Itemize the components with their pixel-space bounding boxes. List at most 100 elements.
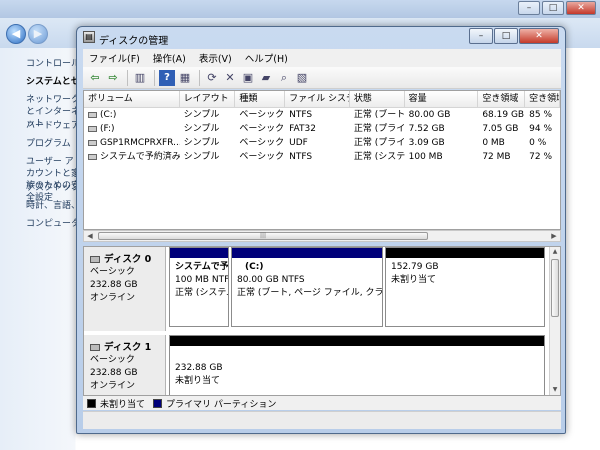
toolbar: ⇦ ⇨ ▥ ? ▦ ⟳ ✕ ▣ ▰ ⌕ ▧ xyxy=(83,67,561,89)
action-pane-icon[interactable]: ▦ xyxy=(177,70,193,86)
open-folder-icon[interactable]: ▰ xyxy=(258,70,274,86)
volume-filesystem: UDF xyxy=(289,138,308,148)
table-row[interactable]: GSP1RMCPRXFR... シンプル ベーシック UDF 正常 (プライマリ… xyxy=(84,136,560,150)
vertical-scrollbar[interactable]: ▲ ▼ xyxy=(549,247,560,395)
partition-detail: 232.88 GB xyxy=(175,363,223,373)
bg-link-control-panel[interactable]: コントロール xyxy=(26,58,80,76)
col-capacity[interactable]: 容量 xyxy=(405,91,479,107)
window-controls: – □ ✕ xyxy=(469,28,559,44)
help-icon[interactable]: ? xyxy=(159,69,175,86)
bg-link-network[interactable]: ネットワークとインターネット xyxy=(26,94,80,129)
disk-1-label[interactable]: ディスク 1 ベーシック 232.88 GB オンライン xyxy=(84,335,166,395)
disk-name: ディスク 1 xyxy=(104,342,152,353)
partition-detail: 100 MB NTFS xyxy=(175,275,229,285)
status-bar xyxy=(83,411,561,429)
partition-unallocated[interactable]: 232.88 GB 未割り当て xyxy=(169,335,545,395)
legend-unallocated: 未割り当て xyxy=(100,399,146,410)
forward-arrow-icon[interactable]: ▶ xyxy=(28,24,48,44)
volume-status: 正常 (システム) xyxy=(353,152,405,162)
maximize-icon[interactable]: □ xyxy=(494,28,518,44)
volume-free: 7.05 GB xyxy=(482,124,519,134)
table-row[interactable]: (C:) シンプル ベーシック NTFS 正常 (ブート, ページ ファイル) … xyxy=(84,108,560,122)
volume-free: 68.19 GB xyxy=(482,110,525,120)
properties-icon[interactable]: ▣ xyxy=(240,70,256,86)
optical-drive-icon xyxy=(88,139,97,146)
refresh-icon[interactable]: ⟳ xyxy=(204,70,220,86)
volume-filesystem: NTFS xyxy=(289,152,313,162)
unallocated-swatch xyxy=(87,398,96,408)
volume-percent: 0 % xyxy=(529,138,547,148)
volume-layout: シンプル xyxy=(183,138,220,148)
scroll-thumb[interactable]: ||| xyxy=(98,232,428,240)
horizontal-scrollbar[interactable]: ◀ ||| ▶ xyxy=(83,230,561,242)
partition-system-reserved[interactable]: システムで予約済み 100 MB NTFS 正常 (システム) xyxy=(169,247,229,327)
col-layout[interactable]: レイアウト xyxy=(180,91,236,107)
scroll-left-icon[interactable]: ◀ xyxy=(84,231,96,241)
bg-maximize-icon[interactable]: □ xyxy=(542,1,564,15)
volume-type: ベーシック xyxy=(239,152,285,162)
partition-unallocated[interactable]: 152.79 GB 未割り当て xyxy=(385,247,545,327)
volume-capacity: 80.00 GB xyxy=(408,110,451,120)
back-icon[interactable]: ⇦ xyxy=(87,70,103,86)
scroll-down-icon[interactable]: ▼ xyxy=(550,385,560,395)
col-status[interactable]: 状態 xyxy=(350,91,405,107)
partition-c[interactable]: (C:) 80.00 GB NTFS 正常 (ブート, ページ ファイル, クラ… xyxy=(231,247,383,327)
volume-status: 正常 (ブート, ページ ファイル) xyxy=(353,110,405,120)
volume-status: 正常 (プライマリ) xyxy=(353,124,405,134)
legend: 未割り当て プライマリ パーティション xyxy=(83,396,561,410)
partition-detail: 80.00 GB NTFS xyxy=(237,275,305,285)
format-icon[interactable]: ▧ xyxy=(294,70,310,86)
partition-title: システムで予約済み xyxy=(175,262,229,272)
legend-primary: プライマリ パーティション xyxy=(166,399,277,410)
back-arrow-icon[interactable]: ◀ xyxy=(6,24,26,44)
drive-icon xyxy=(88,125,97,132)
window-titlebar[interactable]: ▤ ディスクの管理 – □ ✕ xyxy=(77,27,565,49)
disk-status: オンライン xyxy=(90,381,136,391)
search-icon[interactable]: ⌕ xyxy=(276,70,292,86)
col-type[interactable]: 種類 xyxy=(235,91,286,107)
disk-0-label[interactable]: ディスク 0 ベーシック 232.88 GB オンライン xyxy=(84,247,166,331)
toolbar-separator xyxy=(127,69,128,86)
console-tree-icon[interactable]: ▥ xyxy=(132,70,148,86)
bg-link-clock[interactable]: 時計、言語、および地域 xyxy=(26,200,80,218)
partition-state: 正常 (ブート, ページ ファイル, クラッシュ ダンプ) xyxy=(237,288,383,298)
toolbar-separator xyxy=(199,69,200,86)
menu-action[interactable]: 操作(A) xyxy=(153,51,186,65)
bg-link-ease-of-access[interactable]: コンピューターの簡単操作 xyxy=(26,218,80,236)
table-row[interactable]: システムで予約済み シンプル ベーシック NTFS 正常 (システム) 100 … xyxy=(84,150,560,164)
col-free-space[interactable]: 空き領域 xyxy=(478,91,526,107)
volume-capacity: 7.52 GB xyxy=(408,124,445,134)
bg-link-hardware[interactable]: ハードウェアとサウンド xyxy=(26,120,80,138)
disk-name: ディスク 0 xyxy=(104,254,152,265)
forward-icon[interactable]: ⇨ xyxy=(105,70,121,86)
scroll-thumb[interactable] xyxy=(551,259,559,317)
menu-file[interactable]: ファイル(F) xyxy=(89,51,140,65)
delete-icon[interactable]: ✕ xyxy=(222,70,238,86)
volume-list: ボリューム レイアウト 種類 ファイル システム 状態 容量 空き領域 空き領域… xyxy=(83,90,561,230)
primary-swatch xyxy=(153,398,163,408)
menu-help[interactable]: ヘルプ(H) xyxy=(245,51,288,65)
volume-filesystem: NTFS xyxy=(289,110,313,120)
bg-link-programs[interactable]: プログラム xyxy=(26,138,80,156)
bg-link-user-accounts[interactable]: ユーザー アカウントと家族のための安全設定 xyxy=(26,156,80,203)
bg-link-system-security[interactable]: システムとセキュリティ xyxy=(26,76,80,94)
partition-detail: 152.79 GB xyxy=(391,262,439,272)
volume-capacity: 100 MB xyxy=(408,152,443,162)
disk-graphical-view: ディスク 0 ベーシック 232.88 GB オンライン システムで予約済み 1… xyxy=(83,246,561,396)
minimize-icon[interactable]: – xyxy=(469,28,493,44)
table-row[interactable]: (F:) シンプル ベーシック FAT32 正常 (プライマリ) 7.52 GB… xyxy=(84,122,560,136)
bg-titlebar: – □ ✕ xyxy=(0,0,600,18)
menu-bar: ファイル(F) 操作(A) 表示(V) ヘルプ(H) xyxy=(83,49,561,67)
menu-view[interactable]: 表示(V) xyxy=(199,51,232,65)
scroll-up-icon[interactable]: ▲ xyxy=(550,247,560,257)
bg-close-icon[interactable]: ✕ xyxy=(566,1,596,15)
close-icon[interactable]: ✕ xyxy=(519,28,559,44)
unallocated-bar xyxy=(170,336,544,346)
col-volume[interactable]: ボリューム xyxy=(84,91,180,107)
volume-percent: 94 % xyxy=(529,124,553,134)
scroll-right-icon[interactable]: ▶ xyxy=(548,231,560,241)
col-percent-free[interactable]: 空き領域の割合 xyxy=(525,91,560,107)
bg-minimize-icon[interactable]: – xyxy=(518,1,540,15)
col-filesystem[interactable]: ファイル システム xyxy=(285,91,350,107)
volume-name: GSP1RMCPRXFR... xyxy=(100,138,180,148)
